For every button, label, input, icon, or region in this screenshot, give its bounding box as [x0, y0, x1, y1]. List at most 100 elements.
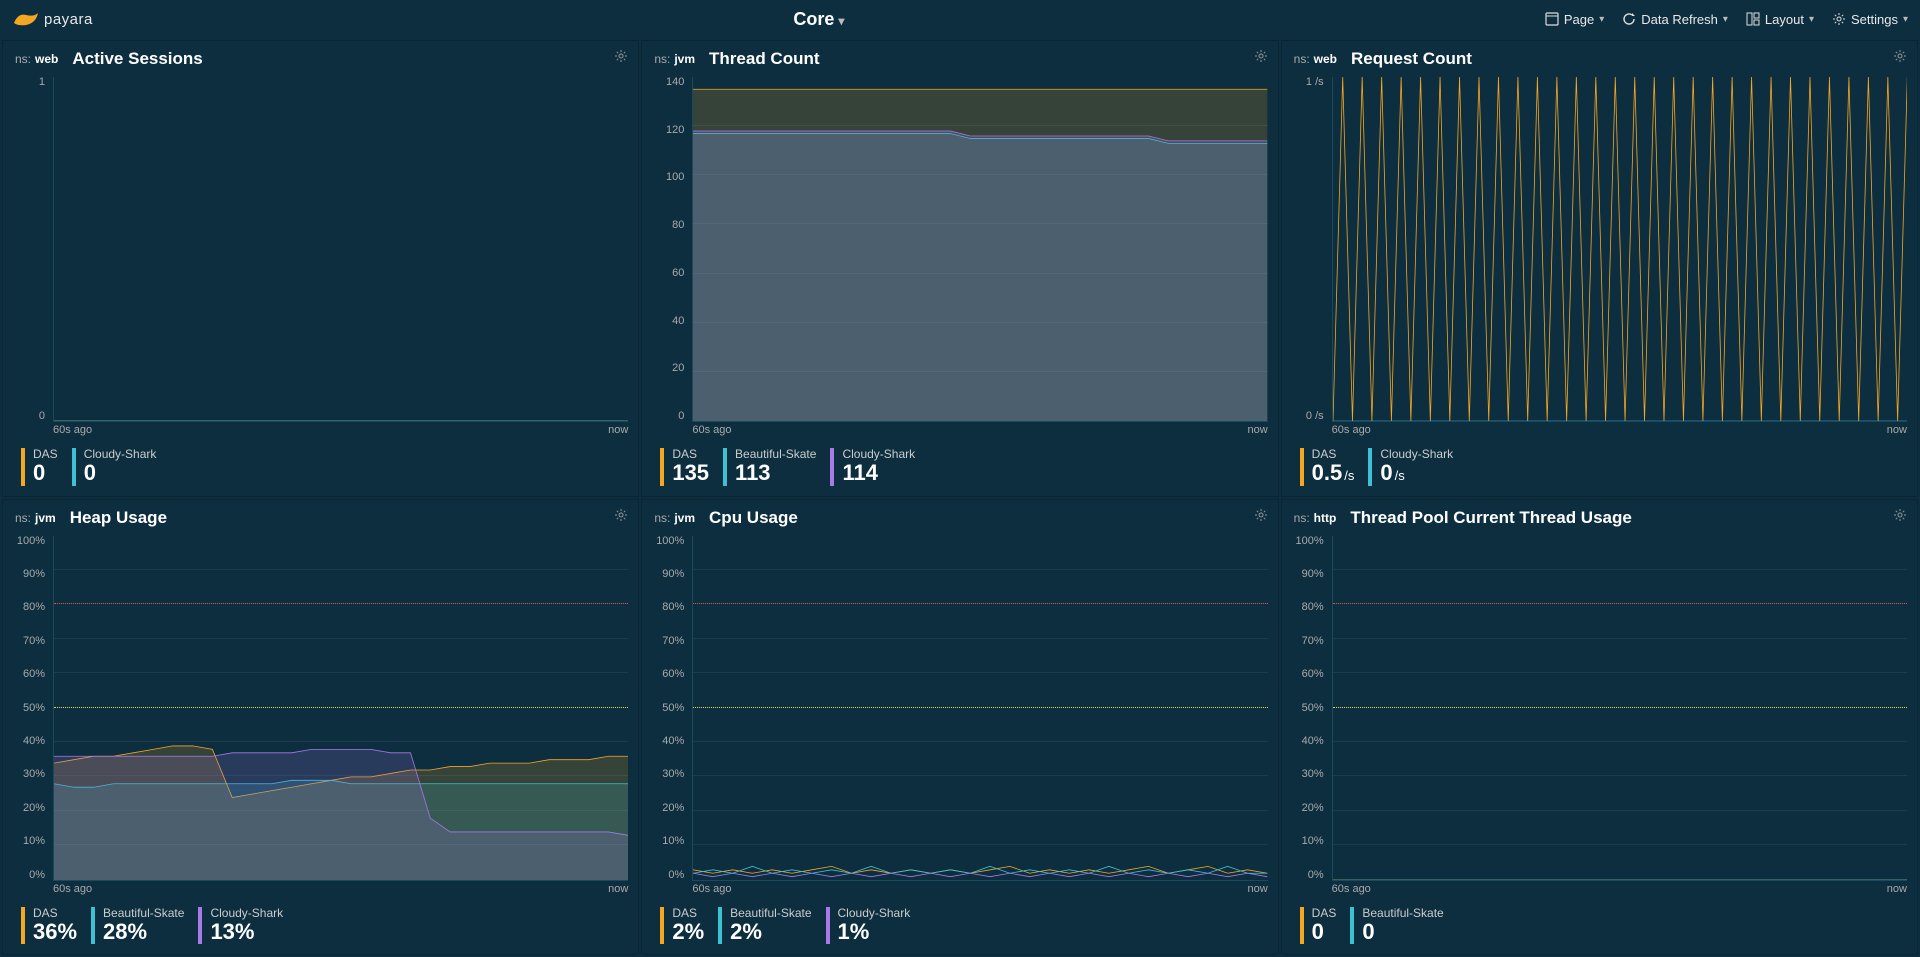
ns-value: http	[1314, 511, 1337, 525]
legend-item: DAS36%	[21, 907, 77, 944]
ns-label: ns:	[654, 52, 670, 66]
y-tick: 90%	[1292, 569, 1324, 580]
gear-icon[interactable]	[1254, 508, 1268, 522]
y-tick: 100%	[1292, 536, 1324, 547]
y-tick: 40%	[13, 736, 45, 747]
legend-value: 0	[1362, 920, 1443, 944]
y-tick: 60%	[13, 669, 45, 680]
y-axis: 140120100806040200	[652, 77, 690, 422]
y-tick: 140	[652, 77, 684, 88]
panel-thread-pool: ns: http Thread Pool Current Thread Usage 1…	[1281, 499, 1918, 956]
legend-value: 2%	[672, 920, 704, 944]
legend-value: 36%	[33, 920, 77, 944]
legend-value: 0	[33, 461, 58, 485]
legend-item: Beautiful-Skate2%	[718, 907, 811, 944]
y-tick: 70%	[1292, 636, 1324, 647]
gear-icon	[1832, 12, 1846, 26]
page-title-dropdown[interactable]: Core▾	[93, 9, 1545, 30]
x-tick-left: 60s ago	[1332, 424, 1371, 440]
panel-heap-usage: ns:jvmHeap Usage100%90%80%70%60%50%40%30…	[2, 499, 639, 956]
y-tick: 100	[652, 172, 684, 183]
y-tick: 10%	[13, 836, 45, 847]
menu-data-refresh[interactable]: Data Refresh▾	[1622, 12, 1728, 27]
panel-title: Thread Pool Current Thread Usage	[1350, 508, 1632, 528]
gear-icon[interactable]	[614, 508, 628, 522]
legend-value: 1%	[838, 920, 911, 944]
y-tick: 60%	[1292, 669, 1324, 680]
x-tick-right: now	[1887, 424, 1907, 440]
gear-icon[interactable]	[1893, 49, 1907, 63]
gear-icon[interactable]	[1893, 508, 1907, 522]
legend: DAS135Beautiful-Skate113Cloudy-Shark114	[642, 440, 1277, 495]
legend-label: Beautiful-Skate	[730, 907, 811, 920]
x-tick-right: now	[1887, 883, 1907, 899]
x-tick-left: 60s ago	[692, 424, 731, 440]
panel-title: Cpu Usage	[709, 508, 798, 528]
top-menu: Page▾ Data Refresh▾ Layout▾ Settings▾	[1545, 12, 1908, 27]
y-tick: 1 /s	[1292, 77, 1324, 88]
panel-title: Active Sessions	[72, 49, 202, 69]
legend-item: Beautiful-Skate113	[723, 448, 816, 485]
legend-value: 13%	[210, 920, 283, 944]
menu-page[interactable]: Page▾	[1545, 12, 1604, 27]
legend-item: DAS0.5/s	[1300, 448, 1355, 485]
y-tick: 30%	[13, 769, 45, 780]
legend: DAS0.5/sCloudy-Shark0/s	[1282, 440, 1917, 495]
x-tick-right: now	[1247, 424, 1267, 440]
page-icon	[1545, 12, 1559, 26]
y-tick: 90%	[13, 569, 45, 580]
dashboard-grid: ns:webActive Sessions1060s agonowDAS0Clo…	[0, 38, 1920, 957]
panel-header: ns:jvmHeap Usage	[3, 500, 638, 532]
legend-item: DAS0	[21, 448, 58, 485]
y-tick: 50%	[652, 703, 684, 714]
y-tick: 100%	[13, 536, 45, 547]
layout-icon	[1746, 12, 1760, 26]
y-tick: 20%	[1292, 803, 1324, 814]
y-axis: 10	[13, 77, 51, 422]
y-tick: 70%	[13, 636, 45, 647]
ns-value: jvm	[674, 52, 695, 66]
legend-label: Cloudy-Shark	[838, 907, 911, 920]
legend-item: DAS0	[1300, 907, 1337, 944]
y-tick: 0%	[652, 870, 684, 881]
legend-item: DAS135	[660, 448, 709, 485]
y-tick: 50%	[13, 703, 45, 714]
logo[interactable]: payara	[12, 9, 93, 29]
logo-text: payara	[44, 11, 93, 28]
y-tick: 20%	[13, 803, 45, 814]
ns-label: ns:	[1294, 52, 1310, 66]
panel-active-sessions: ns:webActive Sessions1060s agonowDAS0Clo…	[2, 40, 639, 497]
y-tick: 0	[652, 411, 684, 422]
legend-item: Cloudy-Shark13%	[198, 907, 283, 944]
plot	[1332, 77, 1907, 422]
chevron-down-icon: ▾	[838, 14, 844, 28]
gear-icon[interactable]	[1254, 49, 1268, 63]
ns-label: ns:	[1294, 511, 1310, 525]
panel-title: Heap Usage	[70, 508, 167, 528]
y-tick: 50%	[1292, 703, 1324, 714]
x-axis: 60s ago now	[1332, 424, 1907, 440]
x-tick-right: now	[1247, 883, 1267, 899]
panel-title: Thread Count	[709, 49, 820, 69]
legend-label: Cloudy-Shark	[210, 907, 283, 920]
gear-icon[interactable]	[614, 49, 628, 63]
y-tick: 80%	[652, 602, 684, 613]
y-axis: 100%90%80%70%60%50%40%30%20%10%0%	[13, 536, 51, 881]
menu-layout[interactable]: Layout▾	[1746, 12, 1814, 27]
chart-area: 100%90%80%70%60%50%40%30%20%10%0%60s ago…	[13, 536, 628, 899]
legend-value: 0.5/s	[1312, 461, 1355, 485]
legend-label: Beautiful-Skate	[1362, 907, 1443, 920]
ns-value: jvm	[35, 511, 56, 525]
legend-value: 0	[1312, 920, 1337, 944]
legend-label: DAS	[33, 907, 77, 920]
legend-item: Beautiful-Skate0	[1350, 907, 1443, 944]
y-tick: 30%	[1292, 769, 1324, 780]
legend-label: DAS	[672, 907, 704, 920]
x-axis: 60s agonow	[53, 424, 628, 440]
legend-value: 0/s	[1380, 461, 1453, 485]
y-tick: 10%	[1292, 836, 1324, 847]
legend: DAS36%Beautiful-Skate28%Cloudy-Shark13%	[3, 899, 638, 954]
menu-settings[interactable]: Settings▾	[1832, 12, 1908, 27]
legend: DAS0Cloudy-Shark0	[3, 440, 638, 495]
y-tick: 30%	[652, 769, 684, 780]
